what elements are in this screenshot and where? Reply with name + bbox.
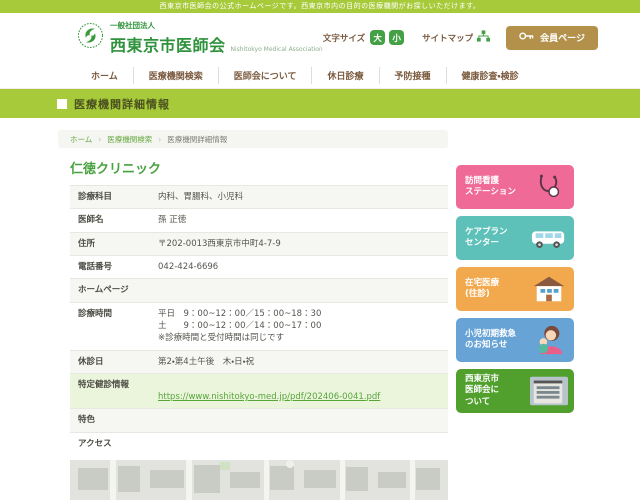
nav-item-vaccination[interactable]: 予防接種	[379, 67, 446, 84]
row-label: 電話番号	[70, 256, 158, 278]
row-label: 診療時間	[70, 303, 158, 350]
header-controls: 文字サイズ 大 小 サイトマップ 会員ページ	[323, 26, 598, 50]
member-page-button[interactable]: 会員ページ	[506, 26, 598, 50]
site-logo[interactable]: 一般社団法人 西東京市医師会 Nishitokyo Medical Associ…	[77, 20, 323, 56]
site-title: 西東京市医師会	[110, 32, 226, 56]
site-notice-bar: 西東京市医師会の公式ホームページです。西東京市内の目的の医療機関がお探しいただけ…	[0, 0, 640, 13]
content-area: ホーム › 医療機関検索 › 医療機関詳細情報 仁徳クリニック 診療科目 内科、…	[58, 118, 582, 500]
banner-label: 訪問看護 ステーション	[465, 176, 529, 198]
table-row: 電話番号 042-424-6696	[70, 256, 448, 279]
mother-baby-icon	[529, 324, 569, 356]
row-value: 平日 9：00~12：00／15：00~18：30 土 9：00~12：00／1…	[158, 303, 325, 350]
row-value: 孫 正徳	[158, 209, 190, 231]
table-row: 特色	[70, 409, 448, 432]
breadcrumb-current: 医療機関詳細情報	[167, 134, 227, 145]
sitemap-label: サイトマップ	[422, 32, 473, 44]
row-label: ホームページ	[70, 279, 158, 301]
row-label: 医師名	[70, 209, 158, 231]
association-emblem-icon	[77, 22, 104, 53]
breadcrumb-search[interactable]: 医療機関検索	[107, 134, 152, 145]
breadcrumb-separator: ›	[158, 135, 161, 144]
access-map[interactable]	[70, 460, 448, 500]
breadcrumb: ホーム › 医療機関検索 › 医療機関詳細情報	[58, 130, 448, 148]
table-row: 診療時間 平日 9：00~12：00／15：00~18：30 土 9：00~12…	[70, 303, 448, 351]
stethoscope-icon	[529, 172, 569, 202]
nav-item-search[interactable]: 医療機関検索	[133, 67, 218, 84]
nav-item-checkup[interactable]: 健康診査・検診	[446, 67, 534, 84]
sitemap-icon	[477, 30, 490, 45]
table-row: 休診日 第2・第4土午後 木・日・祝	[70, 351, 448, 374]
site-subtitle: Nishitokyo Medical Association	[231, 46, 323, 53]
sitemap-link[interactable]: サイトマップ	[422, 30, 490, 45]
row-value: 042-424-6696	[158, 256, 222, 278]
key-icon	[519, 31, 534, 44]
breadcrumb-separator: ›	[98, 135, 101, 144]
row-label: 特定健診情報	[70, 374, 158, 409]
title-square-icon	[57, 99, 67, 109]
table-row: 特定健診情報 https://www.nishitokyo-med.jp/pdf…	[70, 374, 448, 410]
clinic-name-heading: 仁徳クリニック	[70, 158, 448, 177]
clinic-info-table: 診療科目 内科、胃腸科、小児科 医師名 孫 正徳 住所 〒202-0013西東京…	[70, 185, 448, 455]
page-title: 医療機関詳細情報	[74, 96, 170, 112]
font-size-large-button[interactable]: 大	[370, 30, 385, 45]
row-value	[158, 433, 162, 455]
font-size-small-button[interactable]: 小	[389, 30, 404, 45]
breadcrumb-home[interactable]: ホーム	[70, 134, 92, 145]
sidebar-banner-visiting-nursing[interactable]: 訪問看護 ステーション	[456, 165, 574, 209]
table-row: 医師名 孫 正徳	[70, 209, 448, 232]
nav-item-about[interactable]: 医師会について	[218, 67, 312, 84]
row-label: 休診日	[70, 351, 158, 373]
van-icon	[529, 225, 569, 251]
row-label: アクセス	[70, 433, 158, 455]
building-icon	[529, 376, 569, 406]
table-row: ホームページ	[70, 279, 448, 302]
font-size-label: 文字サイズ	[323, 32, 365, 44]
site-notice-text: 西東京市医師会の公式ホームページです。西東京市内の目的の医療機関がお探しいただけ…	[160, 2, 481, 10]
table-row: 住所 〒202-0013西東京市中町4-7-9	[70, 233, 448, 256]
sidebar-banner-pediatric-emergency[interactable]: 小児初期救急 のお知らせ	[456, 318, 574, 362]
table-row: 診療科目 内科、胃腸科、小児科	[70, 186, 448, 209]
page-title-band: 医療機関詳細情報	[0, 89, 640, 118]
row-value: 第2・第4土午後 木・日・祝	[158, 351, 258, 373]
row-label: 特色	[70, 409, 158, 431]
row-value	[158, 409, 162, 431]
member-page-label: 会員ページ	[540, 31, 585, 44]
sidebar-banners: 訪問看護 ステーション ケアプラン センター	[456, 130, 574, 500]
sidebar-banner-home-medical[interactable]: 在宅医療 (往診)	[456, 267, 574, 311]
health-checkup-pdf-link[interactable]: https://www.nishitokyo-med.jp/pdf/202406…	[158, 392, 380, 402]
banner-label: 在宅医療 (往診)	[465, 278, 529, 300]
banner-label: 小児初期救急 のお知らせ	[465, 329, 529, 351]
row-label: 住所	[70, 233, 158, 255]
row-label: 診療科目	[70, 186, 158, 208]
house-icon	[529, 274, 569, 304]
org-type-label: 一般社団法人	[110, 20, 323, 31]
row-value: 〒202-0013西東京市中町4-7-9	[158, 233, 285, 255]
row-value: 内科、胃腸科、小児科	[158, 186, 247, 208]
nav-item-holiday-care[interactable]: 休日診療	[311, 67, 378, 84]
sidebar-banner-care-plan[interactable]: ケアプラン センター	[456, 216, 574, 260]
main-column: ホーム › 医療機関検索 › 医療機関詳細情報 仁徳クリニック 診療科目 内科、…	[58, 130, 448, 500]
banner-label: ケアプラン センター	[465, 227, 529, 249]
row-value	[158, 279, 162, 301]
table-row: アクセス	[70, 433, 448, 455]
main-nav: ホーム 医療機関検索 医師会について 休日診療 予防接種 健康診査・検診	[0, 62, 640, 89]
sidebar-banner-about-association[interactable]: 西東京市 医師会に ついて	[456, 369, 574, 413]
banner-label: 西東京市 医師会に ついて	[465, 374, 529, 407]
site-header: 一般社団法人 西東京市医師会 Nishitokyo Medical Associ…	[0, 13, 640, 62]
nav-item-home[interactable]: ホーム	[76, 67, 133, 84]
